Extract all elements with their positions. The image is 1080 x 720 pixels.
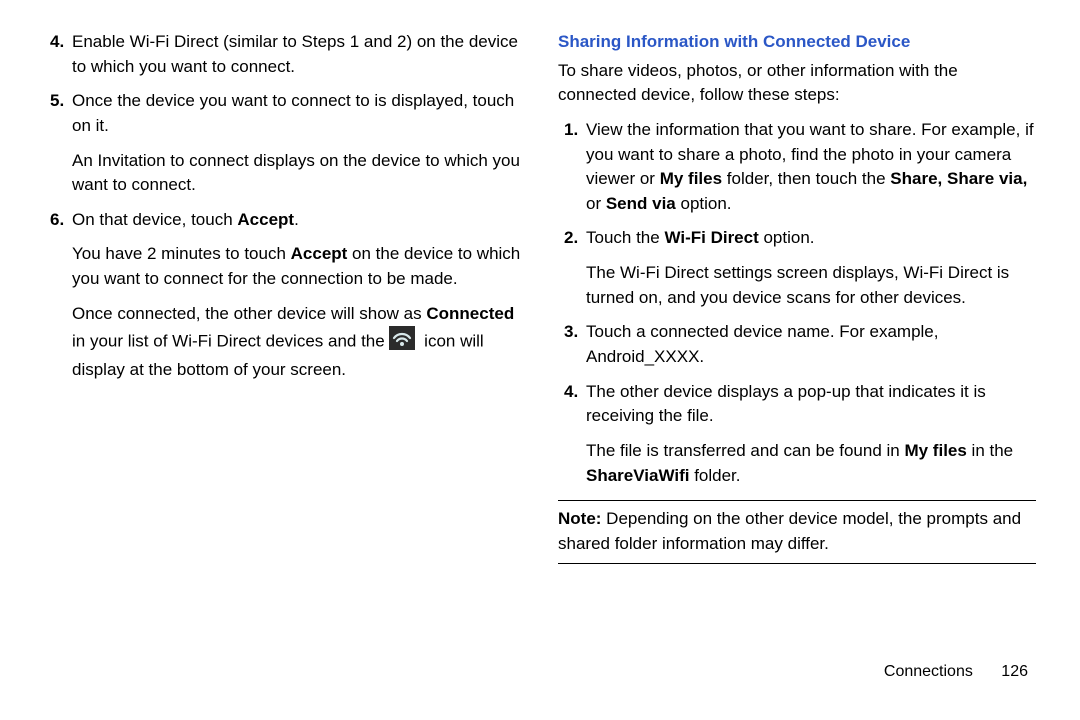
- step-paragraph: On that device, touch Accept.: [72, 208, 522, 233]
- step-paragraph: The other device displays a pop-up that …: [586, 380, 1036, 429]
- step-number: 4.: [558, 380, 586, 489]
- step-number: 5.: [44, 89, 72, 198]
- right-column: Sharing Information with Connected Devic…: [540, 30, 1036, 650]
- step-paragraph: An Invitation to connect displays on the…: [72, 149, 522, 198]
- wifi-direct-icon: [389, 326, 415, 358]
- right-step: 3.Touch a connected device name. For exa…: [558, 320, 1036, 369]
- step-paragraph: You have 2 minutes to touch Accept on th…: [72, 242, 522, 291]
- footer-section: Connections: [884, 663, 973, 680]
- step-paragraph: Enable Wi-Fi Direct (similar to Steps 1 …: [72, 30, 522, 79]
- bold-text: Send via: [606, 194, 676, 213]
- bold-text: Connected: [426, 304, 514, 323]
- bold-text: Note:: [558, 509, 601, 528]
- bold-text: Share, Share via,: [890, 169, 1027, 188]
- note-text: Note: Depending on the other device mode…: [558, 507, 1036, 556]
- step-paragraph: Touch the Wi-Fi Direct option.: [586, 226, 1036, 251]
- step-body: View the information that you want to sh…: [586, 118, 1036, 217]
- bold-text: Accept: [291, 244, 348, 263]
- left-step: 4.Enable Wi-Fi Direct (similar to Steps …: [44, 30, 522, 79]
- step-body: Enable Wi-Fi Direct (similar to Steps 1 …: [72, 30, 522, 79]
- step-number: 4.: [44, 30, 72, 79]
- section-intro: To share videos, photos, or other inform…: [558, 59, 1036, 108]
- step-paragraph: Once the device you want to connect to i…: [72, 89, 522, 138]
- bold-text: ShareViaWifi: [586, 466, 689, 485]
- step-paragraph: The Wi-Fi Direct settings screen display…: [586, 261, 1036, 310]
- bold-text: Accept: [237, 210, 294, 229]
- step-number: 1.: [558, 118, 586, 217]
- step-body: Touch the Wi-Fi Direct option. The Wi-Fi …: [586, 226, 1036, 310]
- right-step: 2.Touch the Wi-Fi Direct option. The Wi-F…: [558, 226, 1036, 310]
- bold-text: My files: [660, 169, 722, 188]
- left-step: 6.On that device, touch Accept. You have …: [44, 208, 522, 383]
- step-paragraph: View the information that you want to sh…: [586, 118, 1036, 217]
- step-body: On that device, touch Accept. You have 2 …: [72, 208, 522, 383]
- step-number: 6.: [44, 208, 72, 383]
- right-step: 1.View the information that you want to …: [558, 118, 1036, 217]
- step-body: The other device displays a pop-up that …: [586, 380, 1036, 489]
- bold-text: Wi-Fi Direct: [664, 228, 758, 247]
- step-number: 2.: [558, 226, 586, 310]
- note-block: Note: Depending on the other device mode…: [558, 500, 1036, 563]
- bold-text: My files: [904, 441, 966, 460]
- right-step: 4.The other device displays a pop-up tha…: [558, 380, 1036, 489]
- left-step: 5.Once the device you want to connect to…: [44, 89, 522, 198]
- step-paragraph: The file is transferred and can be found…: [586, 439, 1036, 488]
- step-paragraph: Touch a connected device name. For examp…: [586, 320, 1036, 369]
- step-body: Touch a connected device name. For examp…: [586, 320, 1036, 369]
- footer-page-number: 126: [1001, 663, 1028, 680]
- step-paragraph: Once connected, the other device will sh…: [72, 302, 522, 383]
- step-number: 3.: [558, 320, 586, 369]
- section-title: Sharing Information with Connected Devic…: [558, 30, 1036, 55]
- page-footer: Connections 126: [0, 660, 1080, 683]
- step-body: Once the device you want to connect to i…: [72, 89, 522, 198]
- left-column: 4.Enable Wi-Fi Direct (similar to Steps …: [44, 30, 540, 650]
